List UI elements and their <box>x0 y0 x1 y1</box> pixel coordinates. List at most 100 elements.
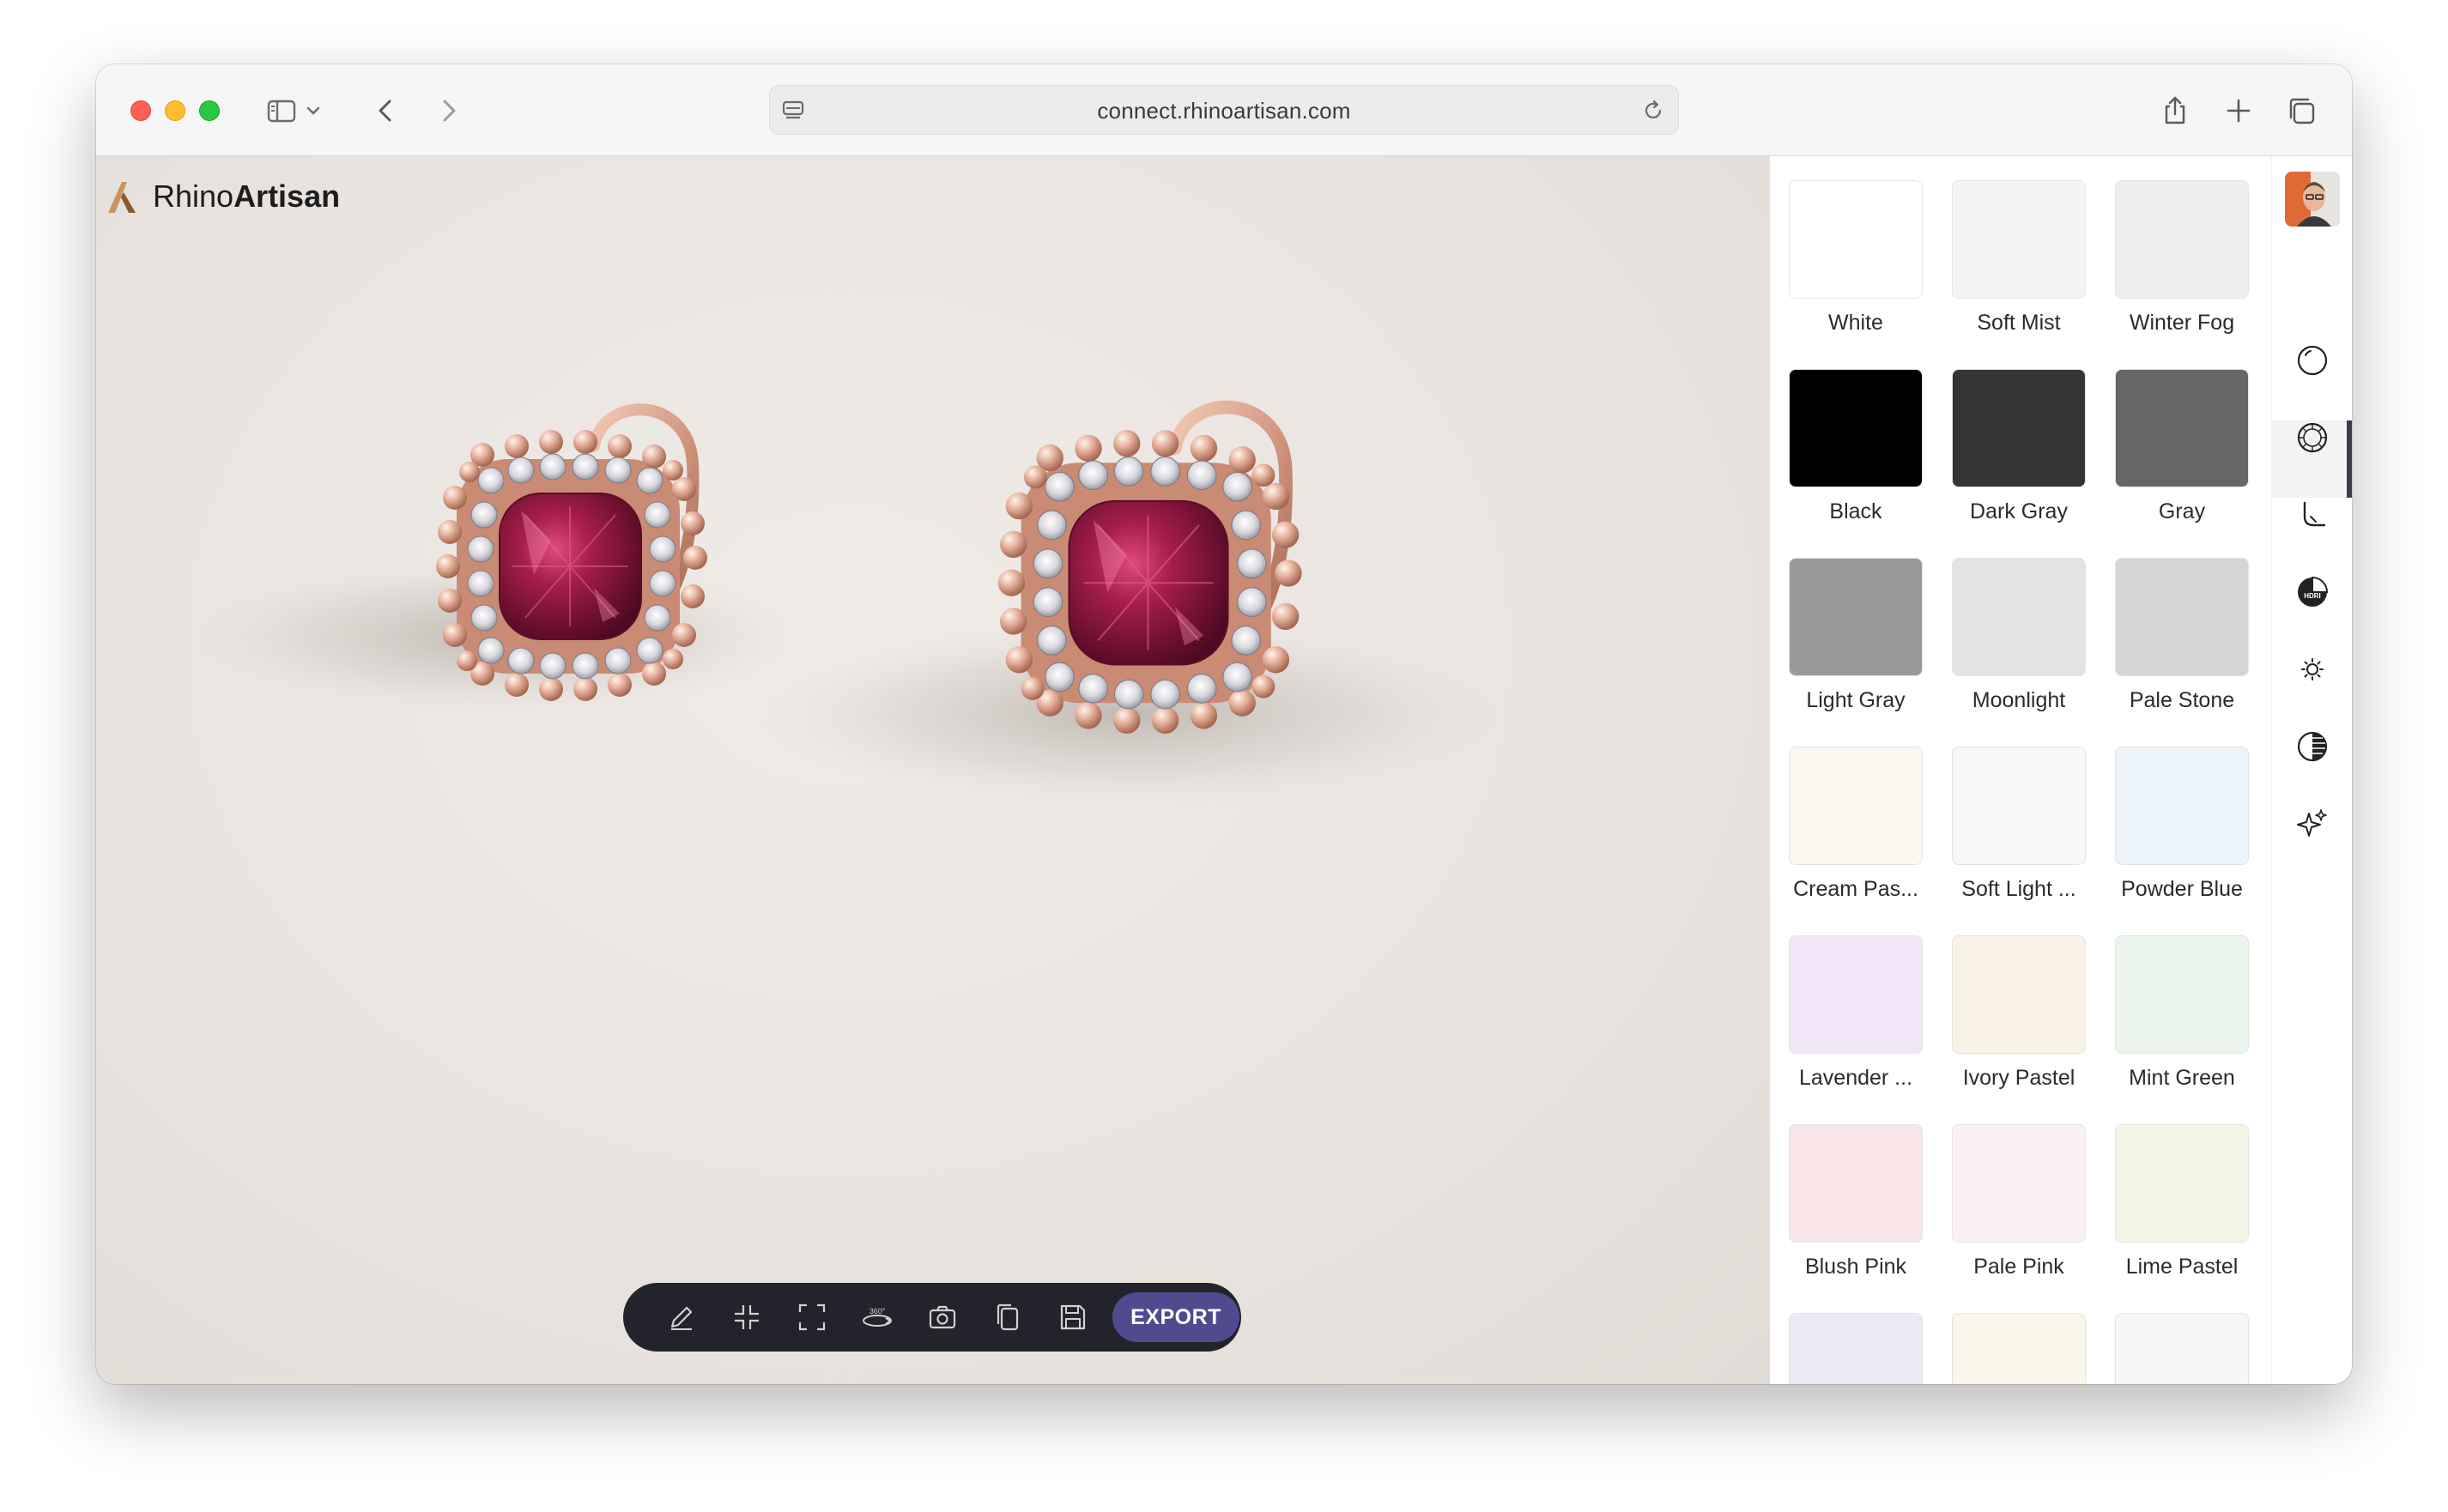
swatch-label: Cream Pas... <box>1793 877 1918 901</box>
pencil-icon[interactable] <box>649 1291 714 1343</box>
swatch-color-box[interactable] <box>1789 1313 1923 1384</box>
share-icon[interactable] <box>2158 94 2192 128</box>
color-swatch[interactable]: Winter Fog <box>2115 180 2249 336</box>
color-swatch[interactable] <box>2115 1313 2249 1384</box>
color-swatch[interactable] <box>1952 1313 2086 1384</box>
swatch-color-box[interactable] <box>2115 369 2249 487</box>
swatch-color-box[interactable] <box>1952 180 2086 299</box>
swatch-color-box[interactable] <box>2115 180 2249 299</box>
active-tool-indicator <box>2347 420 2352 498</box>
swatch-color-box[interactable] <box>1789 1124 1923 1243</box>
back-icon[interactable] <box>369 94 403 128</box>
color-swatch[interactable]: Moonlight <box>1952 558 2086 713</box>
background-icon[interactable] <box>2295 498 2330 532</box>
color-swatch[interactable]: Light Gray <box>1789 558 1923 713</box>
swatch-color-box[interactable] <box>2115 935 2249 1054</box>
color-swatch[interactable]: Cream Pas... <box>1789 747 1923 902</box>
color-swatch[interactable]: White <box>1789 180 1923 336</box>
swatch-color-box[interactable] <box>1952 1124 2086 1243</box>
swatch-color-box[interactable] <box>1952 558 2086 676</box>
right-tool-rail: HDRI <box>2271 156 2352 1384</box>
collapse-icon[interactable] <box>714 1291 779 1343</box>
address-bar[interactable]: connect.rhinoartisan.com <box>769 85 1679 135</box>
swatch-label: Pale Stone <box>2129 688 2235 712</box>
color-swatch[interactable]: Lime Pastel <box>2115 1124 2249 1279</box>
swatch-label: Soft Light ... <box>1961 877 2076 901</box>
color-swatch[interactable]: Blush Pink <box>1789 1124 1923 1279</box>
minimize-window-button[interactable] <box>165 100 185 121</box>
color-swatch[interactable]: Ivory Pastel <box>1952 935 2086 1091</box>
rhinoartisan-logo-icon <box>108 182 136 213</box>
gem-icon[interactable] <box>2295 420 2330 455</box>
hdri-icon[interactable]: HDRI <box>2295 575 2330 609</box>
close-window-button[interactable] <box>130 100 151 121</box>
swatch-label: Ivory Pastel <box>1962 1066 2075 1090</box>
viewer-toolbar: 360° EXPORT <box>623 1283 1241 1352</box>
swatch-color-box[interactable] <box>1789 180 1923 299</box>
swatch-label: Dark Gray <box>1970 499 2068 523</box>
app-logo[interactable]: RhinoArtisan <box>105 178 340 215</box>
swatch-label: Gray <box>2158 499 2206 523</box>
swatch-label: Light Gray <box>1806 688 1906 712</box>
swatch-label: Winter Fog <box>2129 311 2235 335</box>
swatch-label: Powder Blue <box>2121 877 2243 901</box>
3d-viewport[interactable]: RhinoArtisan 360° EXPORT <box>96 156 1770 1384</box>
export-button[interactable]: EXPORT <box>1112 1292 1239 1342</box>
swatch-color-box[interactable] <box>1952 747 2086 865</box>
swatch-color-box[interactable] <box>1789 369 1923 487</box>
swatch-color-box[interactable] <box>2115 747 2249 865</box>
swatch-label: Black <box>1829 499 1882 523</box>
color-swatch[interactable]: Gray <box>2115 369 2249 524</box>
swatch-color-box[interactable] <box>1789 935 1923 1054</box>
swatch-color-box[interactable] <box>1952 1313 2086 1384</box>
tabs-overview-icon[interactable] <box>2285 94 2319 128</box>
color-swatch[interactable]: Pale Pink <box>1952 1124 2086 1279</box>
forward-icon[interactable] <box>431 94 465 128</box>
sparkle-icon[interactable] <box>2295 807 2330 841</box>
new-tab-icon[interactable] <box>2221 94 2256 128</box>
swatch-color-box[interactable] <box>1789 747 1923 865</box>
browser-titlebar: connect.rhinoartisan.com <box>96 64 2352 156</box>
color-swatch[interactable]: Black <box>1789 369 1923 524</box>
copy-icon[interactable] <box>975 1291 1040 1343</box>
swatch-color-box[interactable] <box>2115 1313 2249 1384</box>
swatch-color-box[interactable] <box>1952 369 2086 487</box>
fullscreen-icon[interactable] <box>779 1291 845 1343</box>
color-swatch[interactable]: Pale Stone <box>2115 558 2249 713</box>
svg-text:HDRI: HDRI <box>2304 592 2321 600</box>
background-color-panel: Metallic Fr...Soft AshSoft AshWhiteSoft … <box>1770 156 2271 1384</box>
camera-icon[interactable] <box>910 1291 975 1343</box>
svg-text:360°: 360° <box>870 1307 886 1315</box>
swatch-label: Blush Pink <box>1804 1255 1907 1279</box>
avatar[interactable] <box>2285 172 2340 227</box>
swatch-label: Mint Green <box>2129 1066 2235 1090</box>
light-icon[interactable] <box>2295 652 2330 686</box>
swatch-label: Moonlight <box>1972 688 2066 712</box>
swatch-color-box[interactable] <box>2115 558 2249 676</box>
sidebar-icon[interactable] <box>264 94 299 128</box>
chevron-down-icon[interactable] <box>302 94 324 128</box>
color-swatch[interactable] <box>1789 1313 1923 1384</box>
material-icon[interactable] <box>2295 343 2330 378</box>
color-swatch[interactable]: Dark Gray <box>1952 369 2086 524</box>
color-swatch[interactable]: Lavender ... <box>1789 935 1923 1091</box>
url-text: connect.rhinoartisan.com <box>1097 98 1351 124</box>
reload-icon[interactable] <box>1639 96 1668 125</box>
swatch-label: Lavender ... <box>1798 1066 1913 1090</box>
color-swatch[interactable]: Soft Light ... <box>1952 747 2086 902</box>
swatch-label: Soft Mist <box>1977 311 2061 335</box>
swatch-color-box[interactable] <box>1789 558 1923 676</box>
browser-window: connect.rhinoartisan.com RhinoArtisan 36… <box>96 64 2352 1384</box>
swatch-color-box[interactable] <box>2115 1124 2249 1243</box>
zoom-window-button[interactable] <box>199 100 220 121</box>
logo-text: RhinoArtisan <box>153 178 341 214</box>
color-swatch[interactable]: Soft Mist <box>1952 180 2086 336</box>
swatch-label: White <box>1828 311 1883 335</box>
save-icon[interactable] <box>1040 1291 1106 1343</box>
contrast-icon[interactable] <box>2295 729 2330 764</box>
rotate-360-icon[interactable]: 360° <box>845 1291 910 1343</box>
color-swatch[interactable]: Powder Blue <box>2115 747 2249 902</box>
color-swatch[interactable]: Mint Green <box>2115 935 2249 1091</box>
swatch-color-box[interactable] <box>1952 935 2086 1054</box>
swatch-label: Lime Pastel <box>2125 1255 2239 1279</box>
